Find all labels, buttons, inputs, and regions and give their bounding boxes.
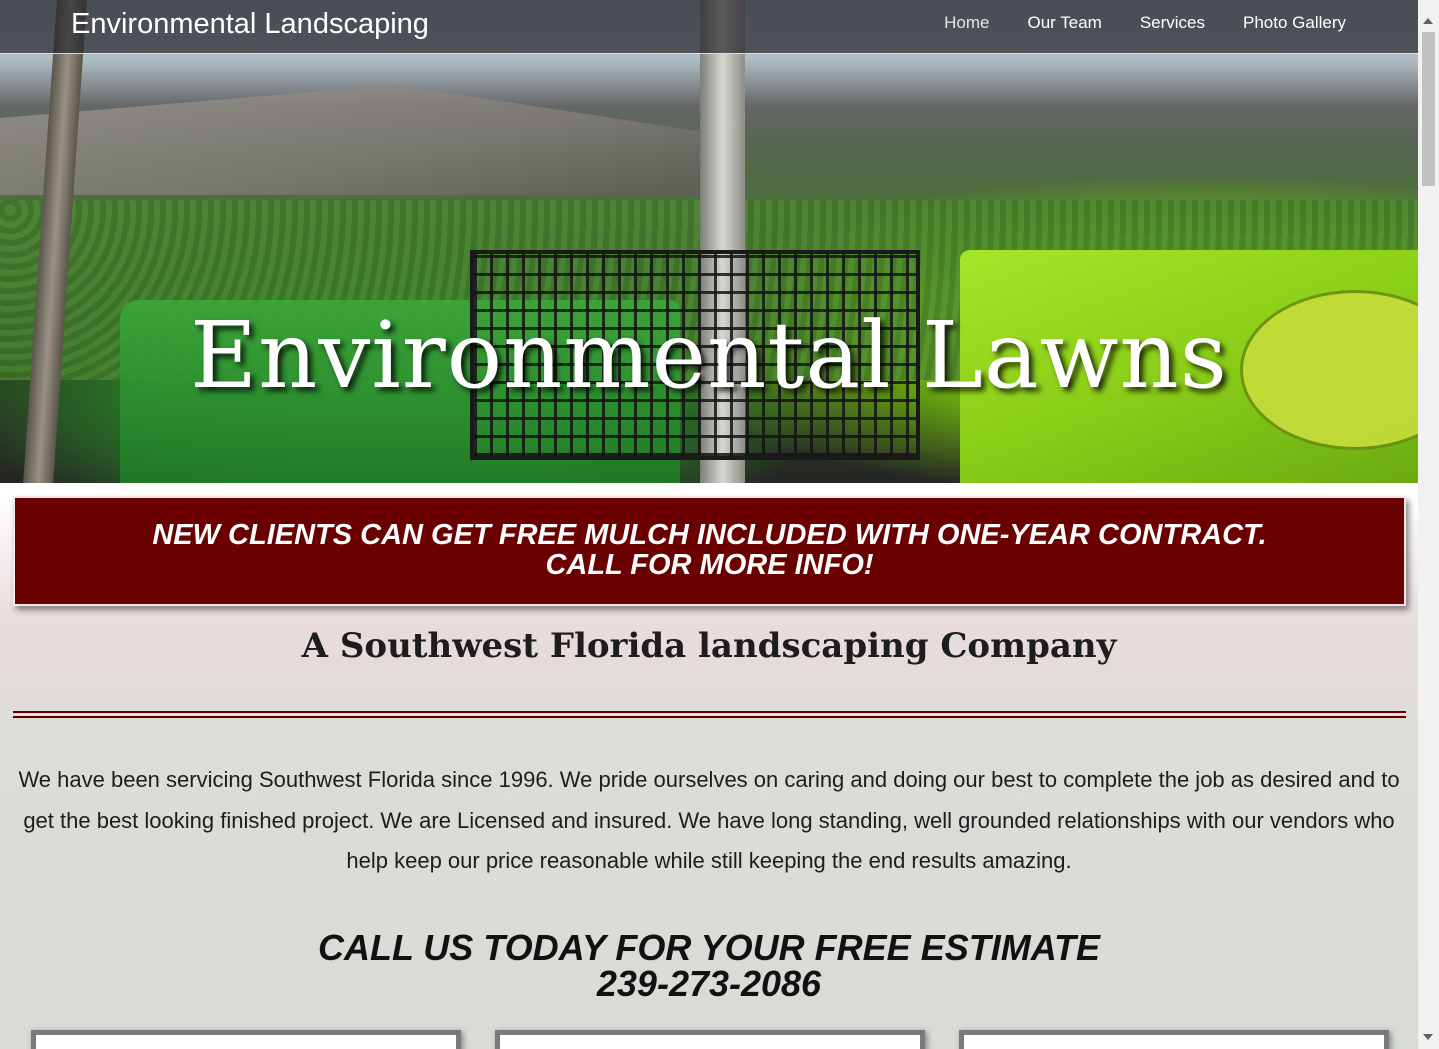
- hero-title: Environmental Lawns: [189, 302, 1228, 409]
- nav-menu: Home Our Team Services Photo Gallery: [944, 13, 1346, 33]
- section-divider: [13, 711, 1406, 718]
- nav-home[interactable]: Home: [944, 13, 989, 33]
- nav-our-team[interactable]: Our Team: [1027, 13, 1101, 33]
- promo-banner: NEW CLIENTS CAN GET FREE MULCH INCLUDED …: [13, 496, 1406, 606]
- scroll-down-arrow-icon[interactable]: [1423, 1034, 1433, 1040]
- service-card: [31, 1030, 461, 1049]
- hero-roof: [0, 85, 720, 195]
- call-to-action: CALL US TODAY FOR YOUR FREE ESTIMATE 239…: [0, 930, 1418, 1002]
- promo-line-1: NEW CLIENTS CAN GET FREE MULCH INCLUDED …: [152, 519, 1267, 551]
- promo-line-2: CALL FOR MORE INFO!: [545, 549, 874, 581]
- cta-phone[interactable]: 239-273-2086: [0, 966, 1418, 1002]
- scroll-up-arrow-icon[interactable]: [1423, 18, 1433, 24]
- navbar: Environmental Landscaping Home Our Team …: [0, 0, 1418, 54]
- company-tagline: A Southwest Florida landscaping Company: [301, 626, 1117, 666]
- cta-text: CALL US TODAY FOR YOUR FREE ESTIMATE: [317, 927, 1101, 968]
- brand-link[interactable]: Environmental Landscaping: [71, 8, 429, 41]
- nav-photo-gallery[interactable]: Photo Gallery: [1243, 13, 1346, 33]
- nav-services[interactable]: Services: [1140, 13, 1205, 33]
- hero-banner: Environmental Lawns: [0, 0, 1418, 483]
- vertical-scrollbar[interactable]: [1418, 0, 1439, 1049]
- service-card: [495, 1030, 925, 1049]
- service-card: [959, 1030, 1389, 1049]
- about-paragraph: We have been servicing Southwest Florida…: [18, 767, 1400, 873]
- scrollbar-thumb[interactable]: [1422, 32, 1435, 186]
